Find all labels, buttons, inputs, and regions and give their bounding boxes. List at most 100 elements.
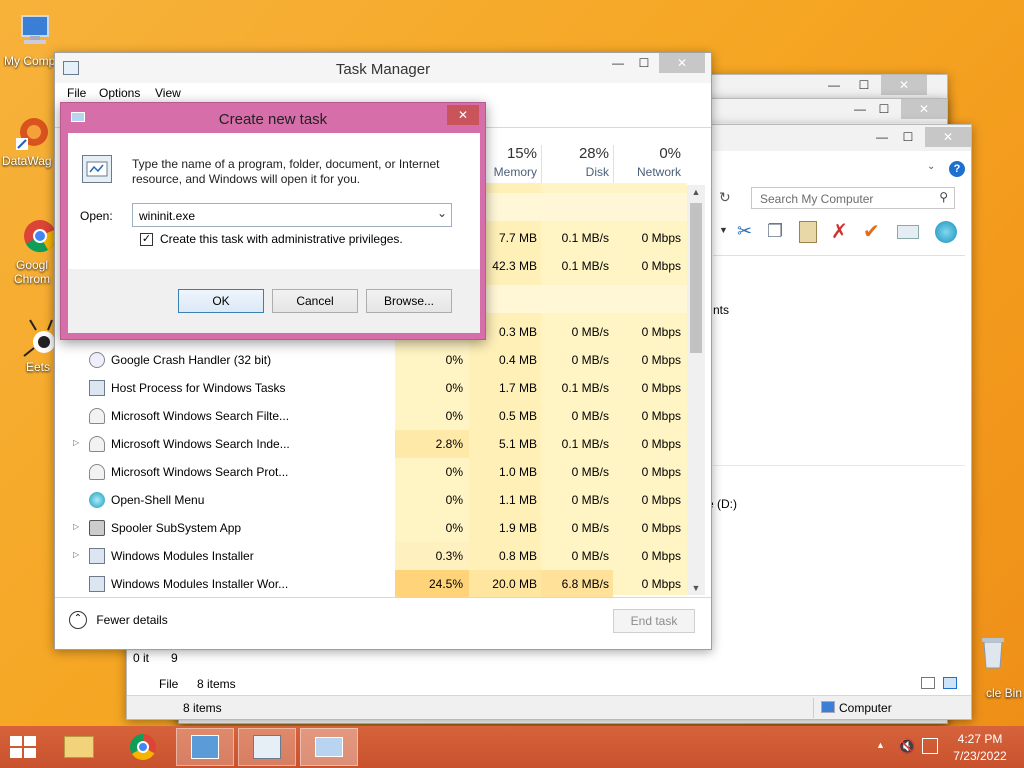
volume-muted-icon[interactable]: 🔇 xyxy=(898,738,915,755)
maximize-button[interactable]: ☐ xyxy=(871,99,897,119)
scroll-up-icon[interactable]: ▲ xyxy=(687,187,705,197)
file-menu-clipped[interactable]: File xyxy=(159,677,178,691)
table-row[interactable]: Microsoft Windows Search Prot... 0% 1.0 … xyxy=(55,458,695,486)
clipped-left-text-1: 0 it xyxy=(133,651,150,665)
network-cell: 0 Mbps xyxy=(641,353,681,367)
close-button[interactable]: ✕ xyxy=(901,99,947,119)
table-row[interactable]: Windows Modules Installer Wor... 24.5% 2… xyxy=(55,570,695,598)
clock-date: 7/23/2022 xyxy=(953,749,1007,763)
task-manager-icon xyxy=(253,735,281,759)
minimize-button[interactable]: — xyxy=(847,99,873,119)
ok-button[interactable]: OK xyxy=(178,289,264,313)
memory-cell: 20.0 MB xyxy=(492,577,537,591)
scroll-down-icon[interactable]: ▼ xyxy=(687,583,705,593)
cancel-button[interactable]: Cancel xyxy=(272,289,358,313)
expand-chevron-icon[interactable]: ▷ xyxy=(73,522,79,531)
search-input[interactable]: Search My Computer ⚲ xyxy=(751,187,955,209)
expand-chevron-icon[interactable]: ▷ xyxy=(73,550,79,559)
maximize-button[interactable]: ☐ xyxy=(851,75,877,95)
taskbar-run-dialog[interactable] xyxy=(300,728,358,766)
dialog-close-button[interactable]: ✕ xyxy=(447,105,479,125)
details-view-icon[interactable] xyxy=(921,677,935,689)
table-row[interactable]: Open-Shell Menu 0% 1.1 MB 0 MB/s 0 Mbps xyxy=(55,486,695,514)
process-name: Microsoft Windows Search Prot... xyxy=(111,465,289,479)
chevron-up-circle-icon: ⌃ xyxy=(69,611,87,629)
admin-checkbox-label[interactable]: Create this task with administrative pri… xyxy=(160,232,403,246)
clock[interactable]: 4:27 PM 7/23/2022 xyxy=(950,732,1010,763)
shell-icon[interactable] xyxy=(935,221,957,243)
taskbar-task-manager[interactable] xyxy=(238,728,296,766)
window-app-icon xyxy=(89,380,105,396)
datawag-icon xyxy=(12,112,52,152)
show-hidden-icons[interactable]: ▲ xyxy=(876,740,885,750)
refresh-icon[interactable]: ↻ xyxy=(719,189,731,206)
expand-chevron-icon[interactable]: ▷ xyxy=(73,438,79,447)
checkmark-icon[interactable]: ✔ xyxy=(863,219,880,244)
toolbar-dropdown-icon[interactable]: ▼ xyxy=(719,225,728,235)
network-header[interactable]: 0% Network xyxy=(613,145,681,179)
disk-header[interactable]: 28% Disk xyxy=(541,145,609,179)
status-item-count: 8 items xyxy=(197,677,236,691)
table-row[interactable]: ▷ Windows Modules Installer 0.3% 0.8 MB … xyxy=(55,542,695,570)
open-input-value: wininit.exe xyxy=(139,209,196,223)
properties-icon[interactable] xyxy=(897,225,919,239)
close-button[interactable]: ✕ xyxy=(925,127,971,147)
table-row[interactable]: ▷ Microsoft Windows Search Inde... 2.8% … xyxy=(55,430,695,458)
minimize-button[interactable]: — xyxy=(821,75,847,95)
table-row[interactable]: Microsoft Windows Search Filte... 0% 0.5… xyxy=(55,402,695,430)
table-row[interactable]: Google Crash Handler (32 bit) 0% 0.4 MB … xyxy=(55,346,695,374)
table-row[interactable]: Host Process for Windows Tasks 0% 1.7 MB… xyxy=(55,374,695,402)
network-cell: 0 Mbps xyxy=(641,409,681,423)
fewer-details-link[interactable]: ⌃ Fewer details xyxy=(69,611,168,629)
maximize-button[interactable]: ☐ xyxy=(631,53,657,73)
start-button[interactable] xyxy=(10,736,36,758)
address-dropdown-icon[interactable]: ⌄ xyxy=(927,161,935,172)
disk-cell: 0 MB/s xyxy=(571,409,609,423)
network-cell: 0 Mbps xyxy=(641,465,681,479)
taskbar-control-panel[interactable] xyxy=(176,728,234,766)
chrome-icon xyxy=(130,734,156,760)
desktop-icon-label: Googl Chrom xyxy=(13,258,50,286)
printer-icon xyxy=(89,520,105,536)
chevron-down-icon[interactable]: ⌄ xyxy=(437,206,447,220)
minimize-button[interactable]: — xyxy=(869,127,895,147)
menu-view[interactable]: View xyxy=(155,86,181,100)
cut-icon[interactable]: ✂ xyxy=(737,221,752,242)
close-button[interactable]: ✕ xyxy=(881,75,927,95)
network-icon[interactable] xyxy=(922,738,938,754)
memory-cell: 0.8 MB xyxy=(498,549,537,563)
end-task-button[interactable]: End task xyxy=(613,609,695,633)
help-icon[interactable]: ? xyxy=(949,161,965,177)
cpu-cell: 24.5% xyxy=(428,577,463,591)
maximize-button[interactable]: ☐ xyxy=(895,127,921,147)
desktop-icon-datawag[interactable]: DataWag xyxy=(2,112,62,168)
create-task-dialog[interactable]: Create new task ✕ Type the name of a pro… xyxy=(60,102,486,340)
open-input[interactable]: wininit.exe ⌄ xyxy=(132,203,452,227)
shell-icon xyxy=(89,492,105,508)
process-name: Spooler SubSystem App xyxy=(111,521,242,535)
taskbar: ▲ 🔇 4:27 PM 7/23/2022 xyxy=(0,726,1024,768)
browse-button[interactable]: Browse... xyxy=(366,289,452,313)
process-name: Windows Modules Installer Wor... xyxy=(111,577,289,591)
vertical-scrollbar[interactable]: ▲ ▼ xyxy=(687,185,705,595)
admin-checkbox[interactable]: ✓ xyxy=(140,233,153,246)
memory-cell: 5.1 MB xyxy=(498,437,537,451)
taskbar-chrome[interactable] xyxy=(114,728,172,766)
dialog-body: Type the name of a program, folder, docu… xyxy=(68,133,480,333)
minimize-button[interactable]: — xyxy=(605,53,631,73)
scrollbar-thumb[interactable] xyxy=(690,203,702,353)
disk-cell: 0 MB/s xyxy=(571,493,609,507)
delete-icon[interactable]: ✗ xyxy=(831,219,848,244)
large-icons-view-icon[interactable] xyxy=(943,677,957,689)
close-button[interactable]: ✕ xyxy=(659,53,705,73)
search-icon: ⚲ xyxy=(939,190,948,204)
cpu-cell: 0% xyxy=(445,493,463,507)
table-row[interactable]: ▷ Spooler SubSystem App 0% 1.9 MB 0 MB/s… xyxy=(55,514,695,542)
taskbar-file-explorer[interactable] xyxy=(50,728,108,766)
menu-options[interactable]: Options xyxy=(99,86,140,100)
computer-small-icon xyxy=(821,701,835,713)
copy-icon[interactable]: ❐ xyxy=(767,221,783,242)
menu-file[interactable]: File xyxy=(67,86,86,100)
footer-divider xyxy=(55,597,711,598)
paste-icon[interactable] xyxy=(799,221,817,243)
